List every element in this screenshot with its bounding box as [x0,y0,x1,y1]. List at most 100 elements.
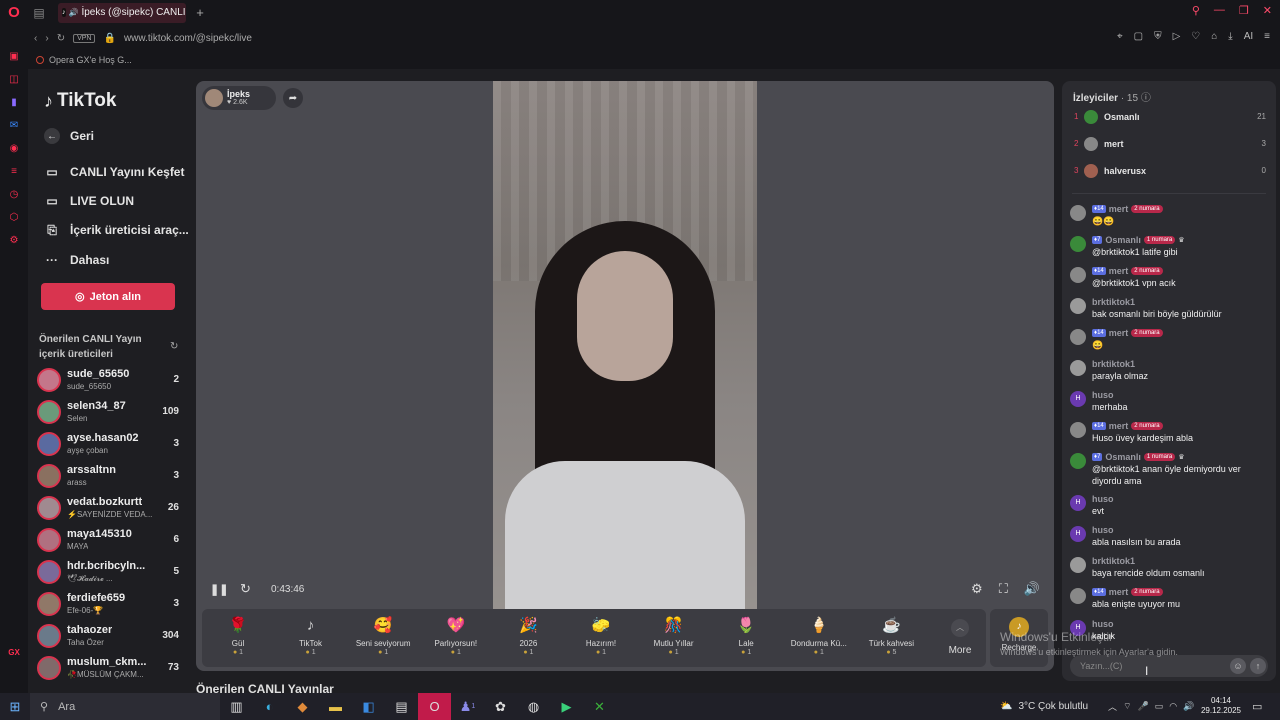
microphone-icon[interactable]: 🎤 [1138,701,1149,712]
wallet-icon[interactable]: ⌂ [1211,31,1217,42]
nav-creator-tools[interactable]: ⎘ İçerik üreticisi araç... [44,222,189,238]
download-icon[interactable]: ⤓ [1228,31,1232,42]
maximize-icon[interactable]: ❐ [1239,4,1249,17]
taskbar-search[interactable]: ⚲ Ara [30,693,220,720]
chat-username[interactable]: huso [1092,525,1114,535]
history-icon[interactable]: ◷ [8,188,20,200]
gx-corner-icon[interactable]: ◫ [8,73,20,85]
forward-icon[interactable]: › [45,33,48,44]
chat-username[interactable]: mert [1109,587,1129,597]
opera-logo-icon[interactable]: O [0,0,28,25]
top-viewer[interactable]: 2 mert 3 [1072,136,1268,154]
suggested-creator[interactable]: maya145310 MAYA 6 [37,526,187,556]
bookmarks-icon[interactable]: ≡ [8,165,20,177]
avatar[interactable] [1070,453,1086,469]
avatar[interactable] [1070,205,1086,221]
suggested-creator[interactable]: vedat.bozkurtt ⚡SAYENİZDE VEDA... 26 [37,494,187,524]
fullscreen-icon[interactable]: ⛶ [999,581,1008,597]
suggested-creator[interactable]: sude_65650 sude_65650 2 [37,366,187,396]
display-icon[interactable]: ▭ [1155,701,1164,712]
ai-button[interactable]: AI [1244,31,1253,42]
heart-icon[interactable]: ♡ [1191,31,1200,42]
task-view-icon[interactable]: ▥ [220,693,253,720]
chevron-up-icon[interactable]: ︿ [1108,700,1117,713]
nav-more[interactable]: ··· Dahası [44,252,109,268]
outlook-icon[interactable]: ◧ [352,693,385,720]
new-tab-icon[interactable]: + [190,5,210,20]
avatar[interactable] [1070,298,1086,314]
get-coins-button[interactable]: ◎ Jeton alın [41,283,175,310]
network-icon[interactable]: ⌔ [1123,701,1131,712]
live-video[interactable] [493,81,757,609]
chatgpt-icon[interactable]: ✿ [484,693,517,720]
gift-item[interactable]: ☕ Türk kahvesi5 [855,613,927,665]
close-icon[interactable]: ✕ [1263,4,1272,17]
volume-icon[interactable]: 🔊 [1183,701,1194,712]
live-player[interactable]: İpeks ♥ 2.6K ➦ ❚❚ ↻ 0:43:46 ⚙ ⛶ 🔊 🌹Gül1♪… [196,81,1054,671]
refresh-icon[interactable]: ↻ [240,581,251,597]
messenger-icon[interactable]: ✉ [8,119,20,131]
suggested-creator[interactable]: ferdiefe659 Efe-06-🏆 3 [37,590,187,620]
music-icon[interactable]: ◉ [8,142,20,154]
chat-username[interactable]: mert [1109,266,1129,276]
avatar[interactable]: H [1070,526,1086,542]
speed-dial-icon[interactable]: ▣ [8,50,20,62]
shield-icon[interactable]: ⛨ [1154,31,1162,42]
share-icon[interactable]: ➦ [283,88,303,108]
speaker-icon[interactable]: 🔊 [69,8,79,17]
reload-icon[interactable]: ↻ [57,33,65,44]
chat-username[interactable]: mert [1109,204,1129,214]
viewers-header[interactable]: İzleyiciler · 15 ⓘ [1073,89,1151,104]
more-gifts-button[interactable]: ︿ More [938,615,982,665]
url-field[interactable]: www.tiktok.com/@sipekc/live [124,33,252,44]
tiktok-logo[interactable]: ♪ TikTok [44,90,116,112]
gift-item[interactable]: 💖 Parlıyorsun!1 [420,613,492,665]
vpn-badge[interactable]: VPN [73,33,96,43]
edge-icon[interactable]: ◐ [253,693,286,720]
settings-icon[interactable]: ⚙ [8,234,20,246]
copilot-icon[interactable]: ◆ [286,693,319,720]
chat-username[interactable]: mert [1109,421,1129,431]
avatar[interactable] [1070,422,1086,438]
avatar[interactable] [1070,236,1086,252]
suggested-creator[interactable]: ayse.hasan02 ayşe çoban 3 [37,430,187,460]
suggested-creator[interactable]: muslum_ckm... 🥀MÜSLÜM ÇAKM... 73 [37,654,187,684]
avatar[interactable] [1070,588,1086,604]
gift-item[interactable]: 🧽 Hazırım!1 [565,613,637,665]
avatar[interactable]: H [1070,391,1086,407]
search-icon[interactable]: ⚲ [1192,4,1200,17]
bookmark-item[interactable]: Opera GX'e Hoş G... [49,55,132,65]
settings-icon[interactable]: ⚙ [971,581,983,597]
back-icon[interactable]: ‹ [34,33,37,44]
suggested-creator[interactable]: tahaozer Taha Özer 304 [37,622,187,652]
snapshot-icon[interactable]: ▢ [1134,31,1143,42]
store-icon[interactable]: ▤ [385,693,418,720]
avatar[interactable] [1070,360,1086,376]
chat-username[interactable]: huso [1092,390,1114,400]
avatar[interactable] [1070,557,1086,573]
windows-start-icon[interactable]: ⊞ [0,693,30,720]
gift-item[interactable]: 🍦 Dondurma Kü...1 [783,613,855,665]
extensions-icon[interactable]: ⬡ [8,211,20,223]
chat-username[interactable]: Osmanlı [1105,452,1141,462]
nav-go-live[interactable]: ▭ LIVE OLUN [44,193,134,209]
help-icon[interactable]: ⓘ [1141,93,1151,104]
chat-username[interactable]: huso [1092,619,1114,629]
google-play-icon[interactable]: ▶ [550,693,583,720]
chat-username[interactable]: brktiktok1 [1092,359,1135,369]
refresh-icon[interactable]: ↻ [170,341,178,352]
gift-item[interactable]: 🥰 Seni seviyorum1 [347,613,419,665]
chat-username[interactable]: Osmanlı [1105,235,1141,245]
gift-item[interactable]: ♪ TikTok1 [275,613,347,665]
avatar[interactable]: H [1070,495,1086,511]
chrome-icon[interactable]: ◍ [517,693,550,720]
twitch-icon[interactable]: ▮ [8,96,20,108]
chat-username[interactable]: huso [1092,494,1114,504]
teams-icon[interactable]: ♟ 1 [451,693,484,720]
weather-icon[interactable]: ⛅ [1000,701,1012,712]
weather-text[interactable]: 3°C Çok bulutlu [1018,701,1088,712]
browser-tab-active[interactable]: ♪ 🔊 İpeks (@sipekc) CANLI [58,2,186,23]
gift-item[interactable]: 🌹 Gül1 [202,613,274,665]
avatar[interactable] [1070,329,1086,345]
volume-icon[interactable]: 🔊 [1024,581,1040,597]
